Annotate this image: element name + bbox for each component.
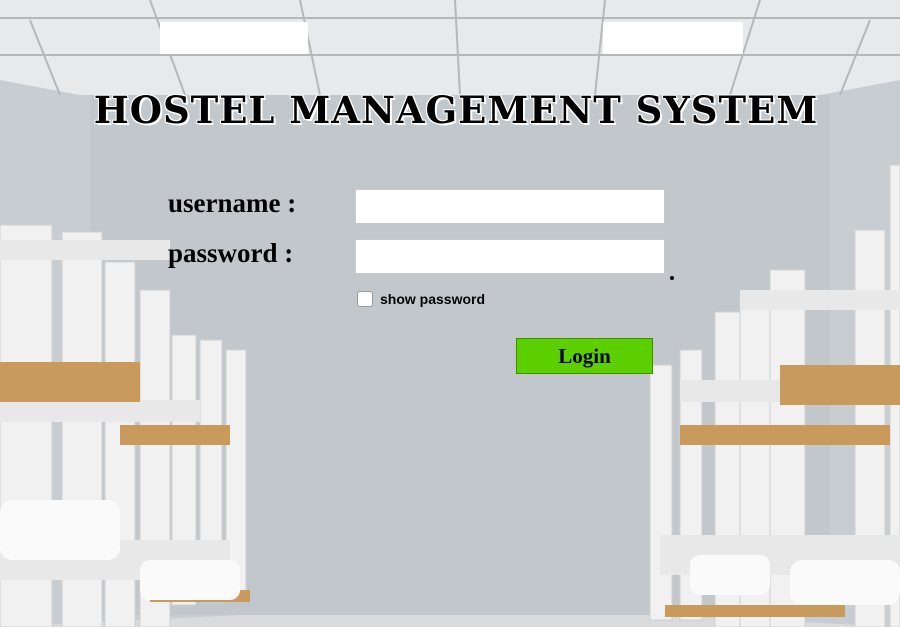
password-input[interactable]: [355, 239, 665, 274]
password-label: password :: [168, 238, 294, 268]
show-password-checkbox[interactable]: [357, 291, 373, 307]
stray-dot: [670, 276, 674, 280]
login-button[interactable]: Login: [516, 338, 653, 374]
username-input[interactable]: [355, 189, 665, 224]
app-title: HOSTEL MANAGEMENT SYSTEM: [93, 88, 819, 132]
show-password-label[interactable]: show password: [380, 291, 485, 307]
username-label: username :: [168, 188, 297, 218]
